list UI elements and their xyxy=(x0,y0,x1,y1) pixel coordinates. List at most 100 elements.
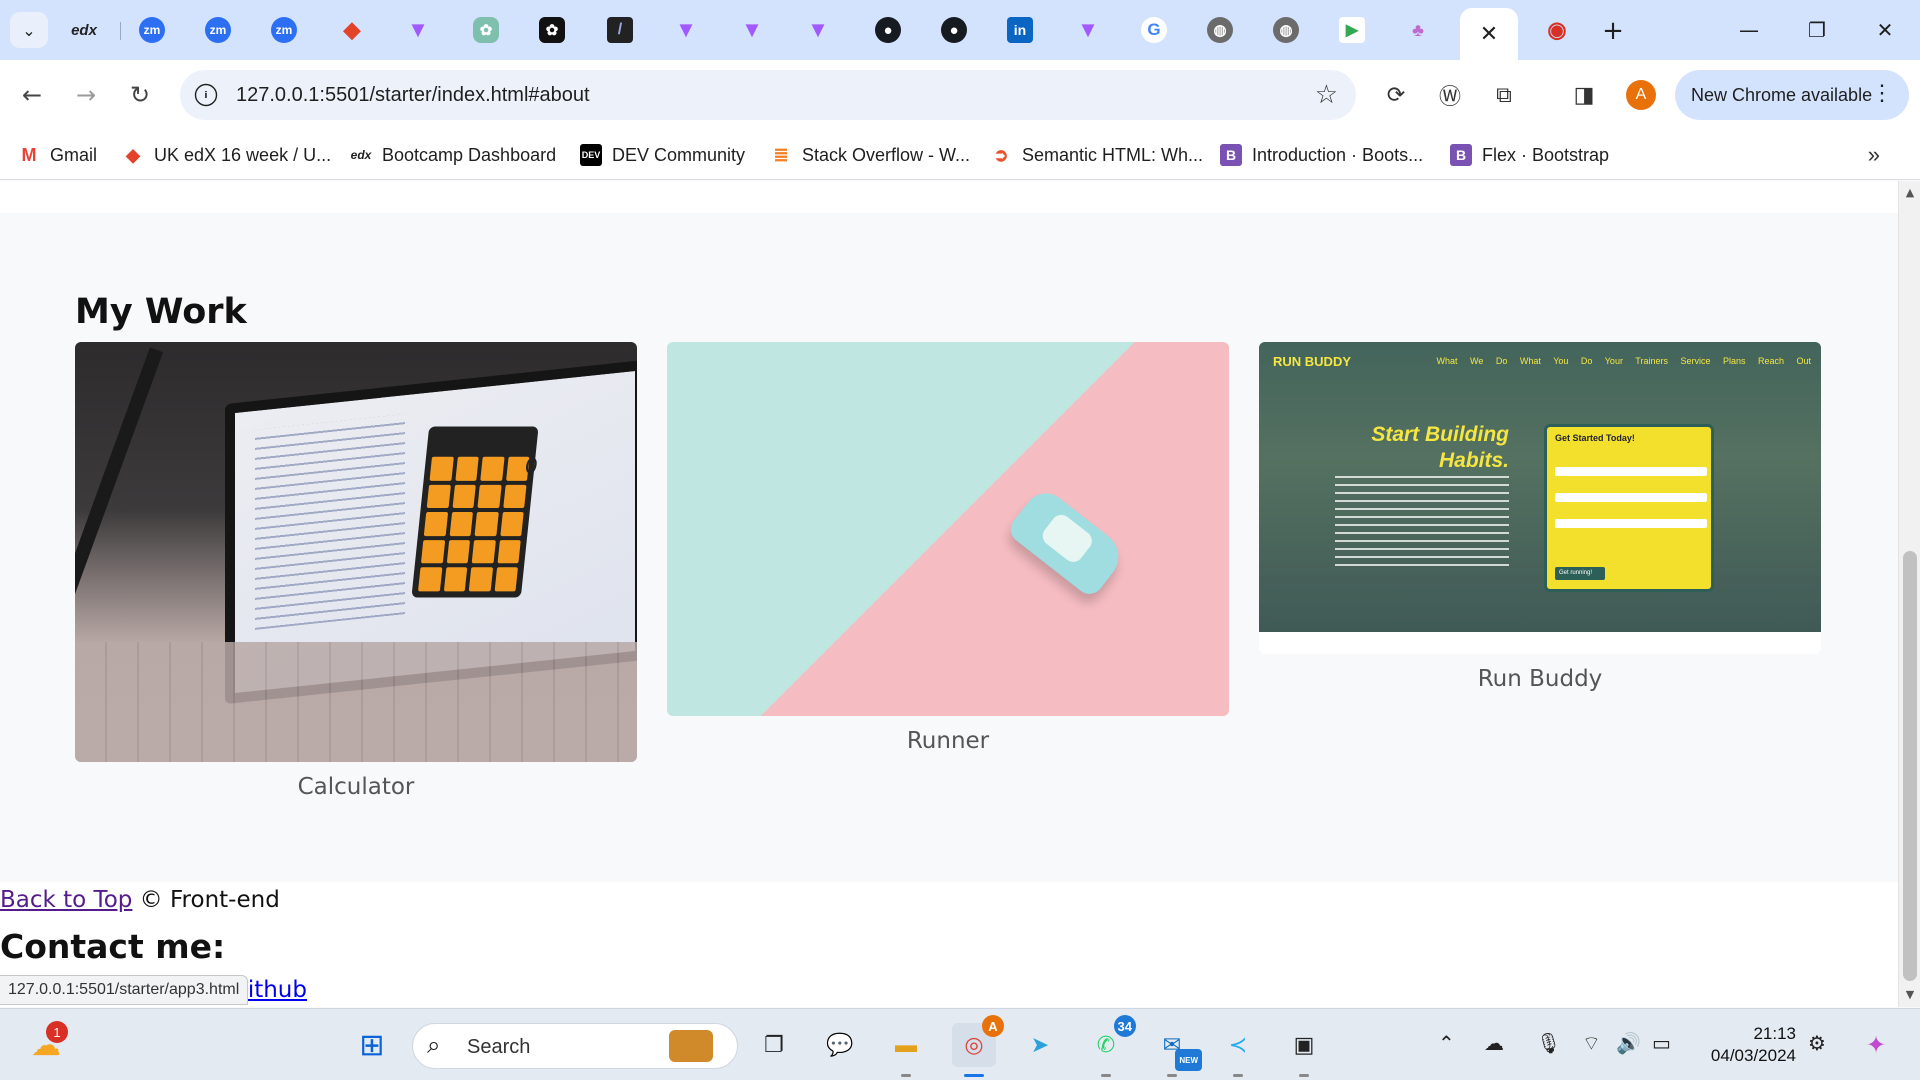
speaker-icon[interactable]: 🔊 xyxy=(1616,1031,1641,1055)
bookmark-bootstrap-flex[interactable]: B Flex · Bootstrap xyxy=(1450,140,1609,170)
tab-gitlab[interactable]: ◆ xyxy=(320,10,384,50)
onedrive-icon[interactable]: ☁ xyxy=(1484,1031,1504,1055)
file-explorer-button[interactable]: ▬ xyxy=(884,1023,928,1077)
settings-gear-icon[interactable]: ⚙ xyxy=(1808,1031,1826,1055)
calculator-shape xyxy=(411,426,539,598)
bookmark-star-icon[interactable]: ☆ xyxy=(1315,80,1338,110)
maximize-button[interactable]: ❐ xyxy=(1792,10,1842,50)
new-tab-button[interactable]: + xyxy=(1596,14,1630,48)
form-field-shape xyxy=(1555,519,1707,528)
bookmark-bootstrap-intro[interactable]: B Introduction · Boots... xyxy=(1220,140,1423,170)
gitlab-icon: ◆ xyxy=(126,144,140,165)
tray-overflow-chevron-icon[interactable]: ⌃ xyxy=(1438,1031,1455,1055)
chrome-profile-badge: A xyxy=(982,1015,1004,1037)
bookmark-gitlab[interactable]: ◆ UK edX 16 week / U... xyxy=(122,140,331,170)
tab-search-button[interactable]: ⌄ xyxy=(10,12,48,48)
project-card-run-buddy[interactable]: RUN BUDDY What We Do What You Do Your Tr… xyxy=(1259,342,1821,654)
back-button[interactable]: ← xyxy=(12,75,52,115)
whatsapp-icon: ✆ xyxy=(1096,1032,1116,1057)
tab-slash[interactable]: / xyxy=(588,10,652,50)
minimize-button[interactable]: — xyxy=(1724,10,1774,50)
tab-vite-4[interactable]: ▼ xyxy=(786,10,850,50)
tab-chatgpt-1[interactable]: ✿ xyxy=(454,10,518,50)
tab-cat[interactable]: ♣ xyxy=(1386,10,1450,50)
tab-github-2[interactable]: ● xyxy=(922,10,986,50)
weather-notification-badge: 1 xyxy=(46,1021,68,1043)
url-text[interactable]: 127.0.0.1:5501/starter/index.html#about xyxy=(236,84,590,107)
tab-google[interactable]: G xyxy=(1122,10,1186,50)
bookmark-bootcamp[interactable]: edx Bootcamp Dashboard xyxy=(350,140,556,170)
chrome-taskbar-button[interactable]: ◎ A xyxy=(952,1015,1004,1077)
calculator-screenshot[interactable]: 0 xyxy=(75,342,637,762)
project-card-calculator[interactable]: 0 xyxy=(75,342,637,762)
terminal-button[interactable]: ▣ xyxy=(1282,1023,1326,1077)
start-button[interactable]: ⊞ xyxy=(350,1023,394,1067)
tab-vite-5[interactable]: ▼ xyxy=(1056,10,1120,50)
tab-vite-2[interactable]: ▼ xyxy=(654,10,718,50)
tab-zoom-1[interactable]: zm xyxy=(120,10,184,50)
page-footer: Back to Top © Front-end Contact me: r Gi… xyxy=(0,882,1898,1007)
reload-button[interactable]: ↻ xyxy=(120,75,160,115)
mic-arm-shape xyxy=(75,347,164,597)
profile-avatar[interactable]: A xyxy=(1626,80,1656,110)
tab-chatgpt-2[interactable]: ✿ xyxy=(520,10,584,50)
side-panel-icon[interactable]: ◨ xyxy=(1568,79,1600,111)
back-to-top-link[interactable]: Back to Top xyxy=(0,887,132,913)
taskbar-clock[interactable]: 21:13 04/03/2024 xyxy=(1700,1023,1796,1067)
tab-globe-1[interactable]: ◍ xyxy=(1188,10,1252,50)
bookmark-stackoverflow[interactable]: ≣ Stack Overflow - W... xyxy=(770,140,970,170)
cat-icon: ♣ xyxy=(1412,19,1424,40)
microphone-icon[interactable]: 🎙 xyxy=(1536,1031,1561,1055)
tab-meet[interactable]: ▶ xyxy=(1320,10,1384,50)
tab-github-1[interactable]: ● xyxy=(856,10,920,50)
scroll-thumb[interactable] xyxy=(1903,551,1917,981)
copilot-icon[interactable]: ✦ xyxy=(1866,1031,1886,1059)
wifi-icon[interactable]: ⌔ xyxy=(1582,1031,1601,1056)
forward-button[interactable]: → xyxy=(66,75,106,115)
run-buddy-screenshot[interactable]: RUN BUDDY What We Do What You Do Your Tr… xyxy=(1259,342,1821,632)
sync-extension-icon[interactable]: ⟳ xyxy=(1380,79,1412,111)
tab-zoom-2[interactable]: zm xyxy=(186,10,250,50)
task-view-button[interactable]: ❐ xyxy=(752,1023,796,1067)
battery-icon[interactable]: ▭ xyxy=(1652,1031,1671,1055)
outlook-button[interactable]: ✉ NEW xyxy=(1150,1023,1202,1077)
form-field-shape xyxy=(1555,493,1707,502)
runner-image[interactable] xyxy=(667,342,1229,716)
chrome-icon: ◎ xyxy=(964,1032,984,1057)
chrome-update-button[interactable]: New Chrome available ⋮ xyxy=(1675,70,1909,120)
zoom-icon: zm xyxy=(271,17,297,43)
form-field-shape xyxy=(1555,467,1707,476)
tab-edx[interactable]: edx xyxy=(52,10,116,50)
page-scrollbar[interactable]: ▲ ▼ xyxy=(1898,181,1920,1007)
wordpress-extension-icon[interactable]: Ⓦ xyxy=(1434,79,1466,111)
teams-chat-button[interactable]: 💬 xyxy=(818,1023,862,1067)
project-card-runner[interactable] xyxy=(667,342,1229,716)
bookmark-label: DEV Community xyxy=(612,144,746,165)
extensions-puzzle-icon[interactable]: ⧉ xyxy=(1488,79,1520,111)
scroll-down-arrow-icon[interactable]: ▼ xyxy=(1904,989,1916,1001)
tab-vite-1[interactable]: ▼ xyxy=(386,10,450,50)
active-tab-close-button[interactable]: ✕ xyxy=(1460,8,1518,60)
bookmarks-overflow-icon[interactable]: » xyxy=(1868,142,1880,168)
close-window-button[interactable]: ✕ xyxy=(1860,10,1910,50)
tab-record[interactable]: ◉ xyxy=(1525,10,1589,50)
bookmark-semantic[interactable]: ➲ Semantic HTML: Wh... xyxy=(990,140,1203,170)
taskbar-search-box[interactable]: ⌕ Search xyxy=(412,1023,738,1069)
whatsapp-button[interactable]: ✆ 34 xyxy=(1084,1015,1136,1077)
section-title: My Work xyxy=(75,292,247,332)
scroll-up-arrow-icon[interactable]: ▲ xyxy=(1904,187,1916,199)
tab-zoom-3[interactable]: zm xyxy=(252,10,316,50)
tab-vite-3[interactable]: ▼ xyxy=(720,10,784,50)
outlook-new-badge: NEW xyxy=(1175,1049,1202,1071)
vscode-button[interactable]: ≺ xyxy=(1216,1023,1260,1077)
address-bar[interactable]: i 127.0.0.1:5501/starter/index.html#abou… xyxy=(180,70,1356,120)
bookmark-dev[interactable]: DEV DEV Community xyxy=(580,140,745,170)
telegram-button[interactable]: ➤ xyxy=(1018,1023,1062,1067)
tab-linkedin[interactable]: in xyxy=(988,10,1052,50)
globe-icon: ◍ xyxy=(1273,17,1299,43)
terminal-icon: ▣ xyxy=(1293,1032,1315,1057)
reload-icon: ↻ xyxy=(129,81,151,109)
tab-globe-2[interactable]: ◍ xyxy=(1254,10,1318,50)
bookmark-gmail[interactable]: M Gmail xyxy=(18,140,98,170)
site-info-icon[interactable]: i xyxy=(194,83,218,107)
